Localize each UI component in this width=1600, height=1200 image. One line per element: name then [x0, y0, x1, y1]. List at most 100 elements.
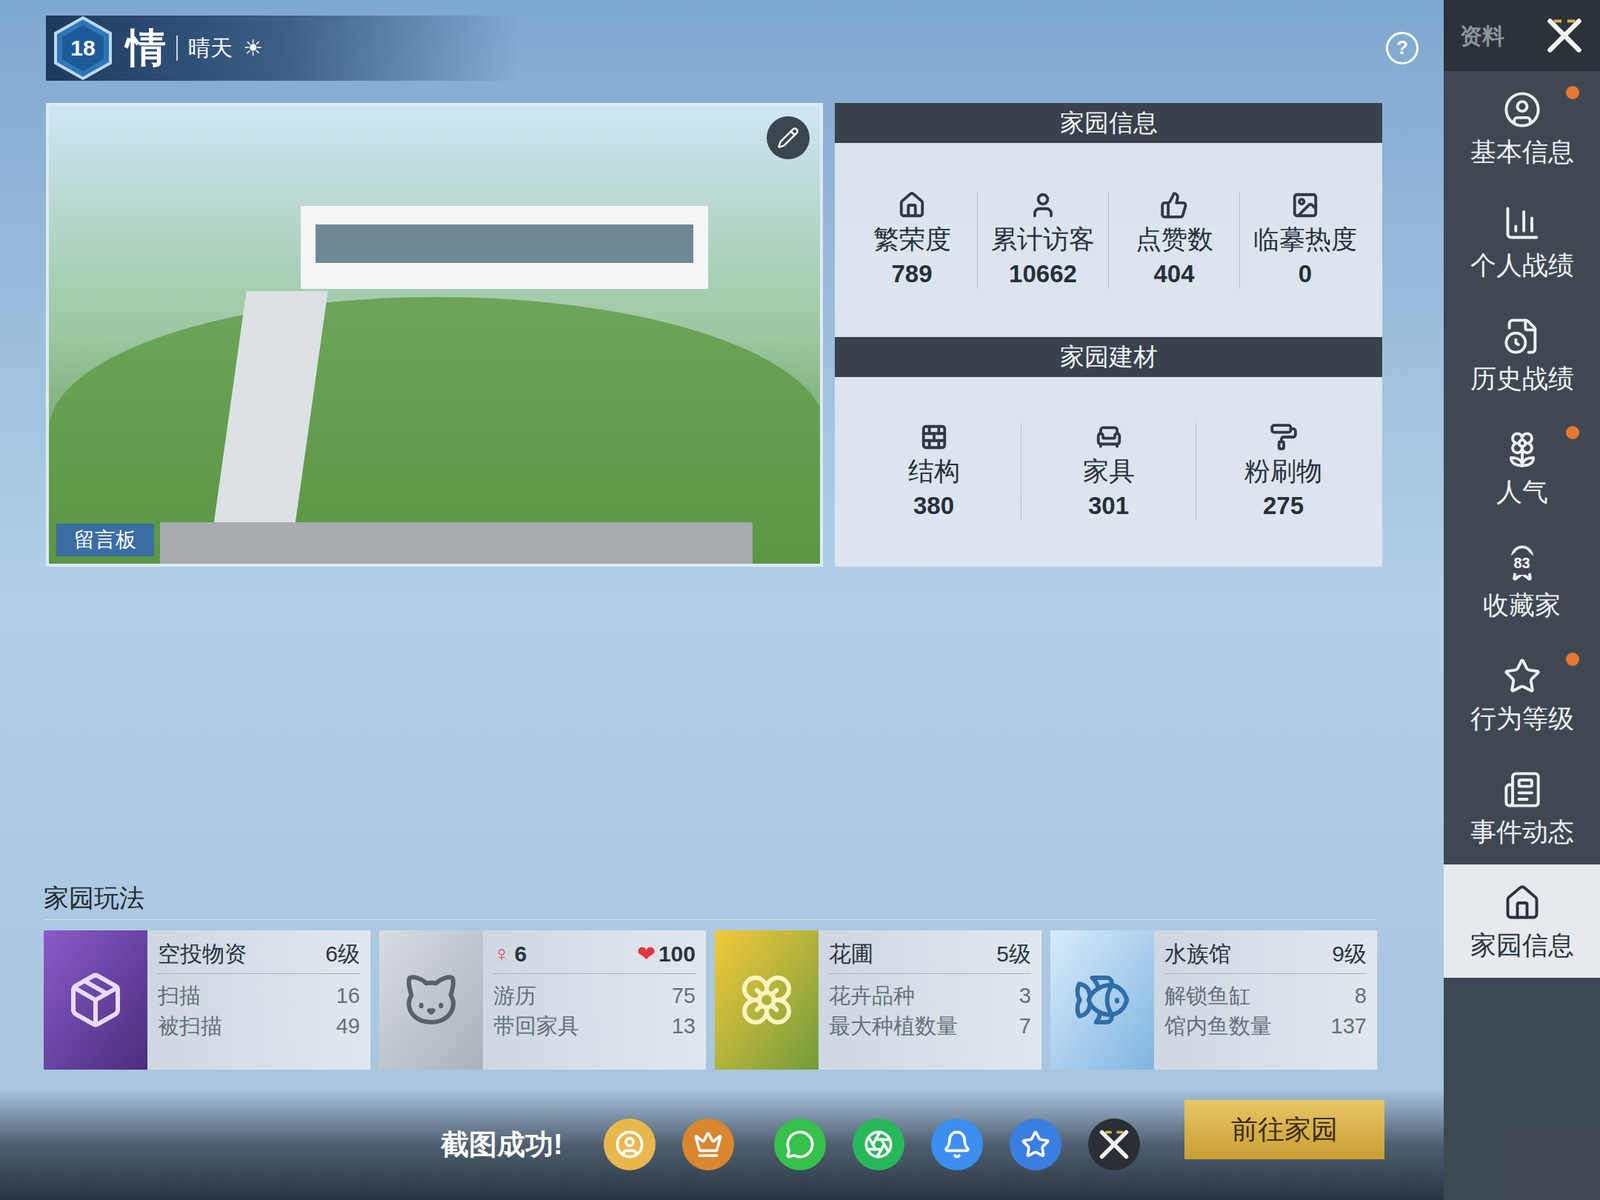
sidebar-item[interactable]: 个人战绩 — [1443, 184, 1600, 298]
row-label: 扫描 — [157, 982, 201, 1009]
notice-dot — [1565, 425, 1580, 440]
weather: 晴天 — [188, 31, 233, 65]
sidebar-item[interactable]: 事件动态 — [1443, 751, 1600, 865]
stat-cell: 累计访客 10662 — [977, 191, 1109, 289]
play-card[interactable]: 花圃5级花卉品种3最大种植数量7 — [714, 930, 1042, 1070]
share-row — [603, 1118, 1140, 1171]
item-icon-wrap — [1501, 882, 1543, 924]
preview-windows — [315, 224, 694, 263]
structure-icon — [920, 422, 949, 452]
stat-label: 累计访客 — [991, 223, 1095, 255]
sidebar-item[interactable]: 历史战绩 — [1443, 297, 1600, 412]
row-value: 49 — [336, 1013, 360, 1040]
card-rows: 花卉品种3最大种植数量7 — [828, 974, 1032, 1040]
furniture-icon — [1094, 422, 1123, 452]
share-button[interactable] — [852, 1118, 905, 1171]
visitors-icon — [1028, 191, 1058, 220]
section-title: 家园建材 — [834, 337, 1383, 378]
card-row: 最大种植数量 7 — [828, 1013, 1032, 1040]
wechat-icon — [785, 1129, 815, 1160]
record-icon — [1502, 203, 1542, 243]
paint-icon — [1269, 422, 1298, 452]
sidebar-item[interactable]: 人气 — [1443, 411, 1600, 525]
moments-icon — [863, 1129, 894, 1160]
go-home-button[interactable]: 前往家园 — [1184, 1100, 1385, 1160]
stat-label: 结构 — [908, 455, 960, 487]
item-icon-wrap: 83 — [1501, 542, 1543, 584]
notice-dot — [1565, 652, 1580, 666]
stat-cell: 家具301 — [1021, 422, 1197, 521]
share-button[interactable] — [682, 1118, 735, 1171]
card-row: 馆内鱼数量137 — [1164, 1013, 1367, 1040]
divider — [176, 35, 178, 61]
info-section: 家园建材结构380家具301粉刷物275 — [834, 337, 1383, 567]
stat-value: 10662 — [1008, 259, 1078, 289]
level-value: 18 — [70, 31, 95, 65]
affection: ❤100 — [637, 940, 696, 968]
card-picture — [714, 930, 819, 1070]
stat-label: 家具 — [1082, 455, 1135, 487]
card-header: 空投物资6级 — [157, 940, 360, 975]
item-label: 事件动态 — [1470, 816, 1575, 848]
spacer — [0, 566, 1444, 883]
gender-icon: ♀ — [493, 940, 511, 968]
help-button[interactable]: ? — [1385, 31, 1419, 65]
preview-deck — [160, 522, 753, 564]
share-button[interactable] — [774, 1118, 826, 1171]
sidebar: 资料基本信息个人战绩历史战绩人气83收藏家行为等级事件动态家园信息 — [1443, 0, 1600, 1200]
header: 18情晴天☀? — [0, 0, 1444, 87]
card-picture — [43, 930, 148, 1070]
section-title: 家园信息 — [834, 102, 1383, 143]
row-label: 被扫描 — [157, 1013, 223, 1040]
stat-value: 275 — [1262, 491, 1304, 521]
card-row: 解锁鱼缸8 — [1164, 982, 1367, 1009]
card-body: 水族馆9级解锁鱼缸8馆内鱼数量137 — [1154, 930, 1378, 1070]
row-label: 最大种植数量 — [828, 1013, 958, 1040]
message-board-button[interactable]: 留言板 — [56, 523, 155, 557]
sidebar-item[interactable]: 家园信息 — [1443, 864, 1600, 978]
item-icon-wrap — [1501, 655, 1543, 698]
row-label: 花卉品种 — [828, 982, 915, 1009]
game-icon — [693, 1129, 723, 1160]
card-body: 花圃5级花卉品种3最大种植数量7 — [818, 930, 1042, 1070]
sidebar-item[interactable]: 基本信息 — [1443, 71, 1600, 185]
sidebar-item[interactable]: 行为等级 — [1443, 637, 1600, 752]
home-preview[interactable]: 留言板 — [45, 102, 823, 567]
preview-building — [300, 205, 709, 289]
stat-label: 临摹热度 — [1253, 223, 1358, 255]
share-button[interactable] — [603, 1118, 656, 1171]
stat-value: 0 — [1298, 259, 1312, 289]
sidebar-item[interactable]: 83收藏家 — [1443, 524, 1600, 638]
behavior-icon — [1502, 657, 1542, 696]
share-button[interactable] — [931, 1118, 983, 1171]
row-label: 带回家具 — [493, 1013, 580, 1040]
gender: ♀6 — [493, 940, 527, 968]
play-card[interactable]: ♀6❤100游历75带回家具13 — [379, 930, 706, 1070]
item-icon-wrap — [1501, 315, 1543, 358]
item-label: 个人战绩 — [1470, 249, 1575, 281]
share-button[interactable] — [1009, 1118, 1062, 1171]
row-label: 解锁鱼缸 — [1164, 982, 1251, 1009]
row-value: 7 — [1019, 1013, 1032, 1040]
x-share-button[interactable] — [1088, 1118, 1140, 1171]
notice-dot — [1565, 85, 1580, 100]
row-value: 16 — [336, 982, 360, 1009]
stat-cell: 点赞数404 — [1108, 191, 1240, 289]
row-label: 游历 — [493, 982, 537, 1009]
stat-label: 点赞数 — [1135, 223, 1214, 255]
card-title: 空投物资 — [157, 940, 247, 968]
top-content: 留言板家园信息繁荣度789累计访客10662点赞数404临摹热度0家园建材结构3… — [0, 102, 1444, 567]
close-button[interactable] — [1545, 16, 1584, 55]
app: 18情晴天☀?留言板家园信息繁荣度789累计访客10662点赞数404临摹热度0… — [0, 0, 1600, 1200]
info-section: 家园信息繁荣度789累计访客10662点赞数404临摹热度0 — [834, 102, 1383, 338]
play-card[interactable]: 水族馆9级解锁鱼缸8馆内鱼数量137 — [1050, 930, 1378, 1070]
play-card[interactable]: 空投物资6级扫描 16 被扫描 49 — [43, 930, 371, 1070]
close-icon — [1545, 16, 1584, 55]
card-picture — [379, 930, 483, 1070]
edit-button[interactable] — [766, 116, 810, 160]
pencil-icon — [777, 126, 800, 149]
item-label: 基本信息 — [1470, 136, 1575, 168]
item-label: 行为等级 — [1470, 702, 1575, 735]
row-value: 137 — [1331, 1013, 1367, 1040]
owner-name: 情 — [125, 25, 166, 70]
